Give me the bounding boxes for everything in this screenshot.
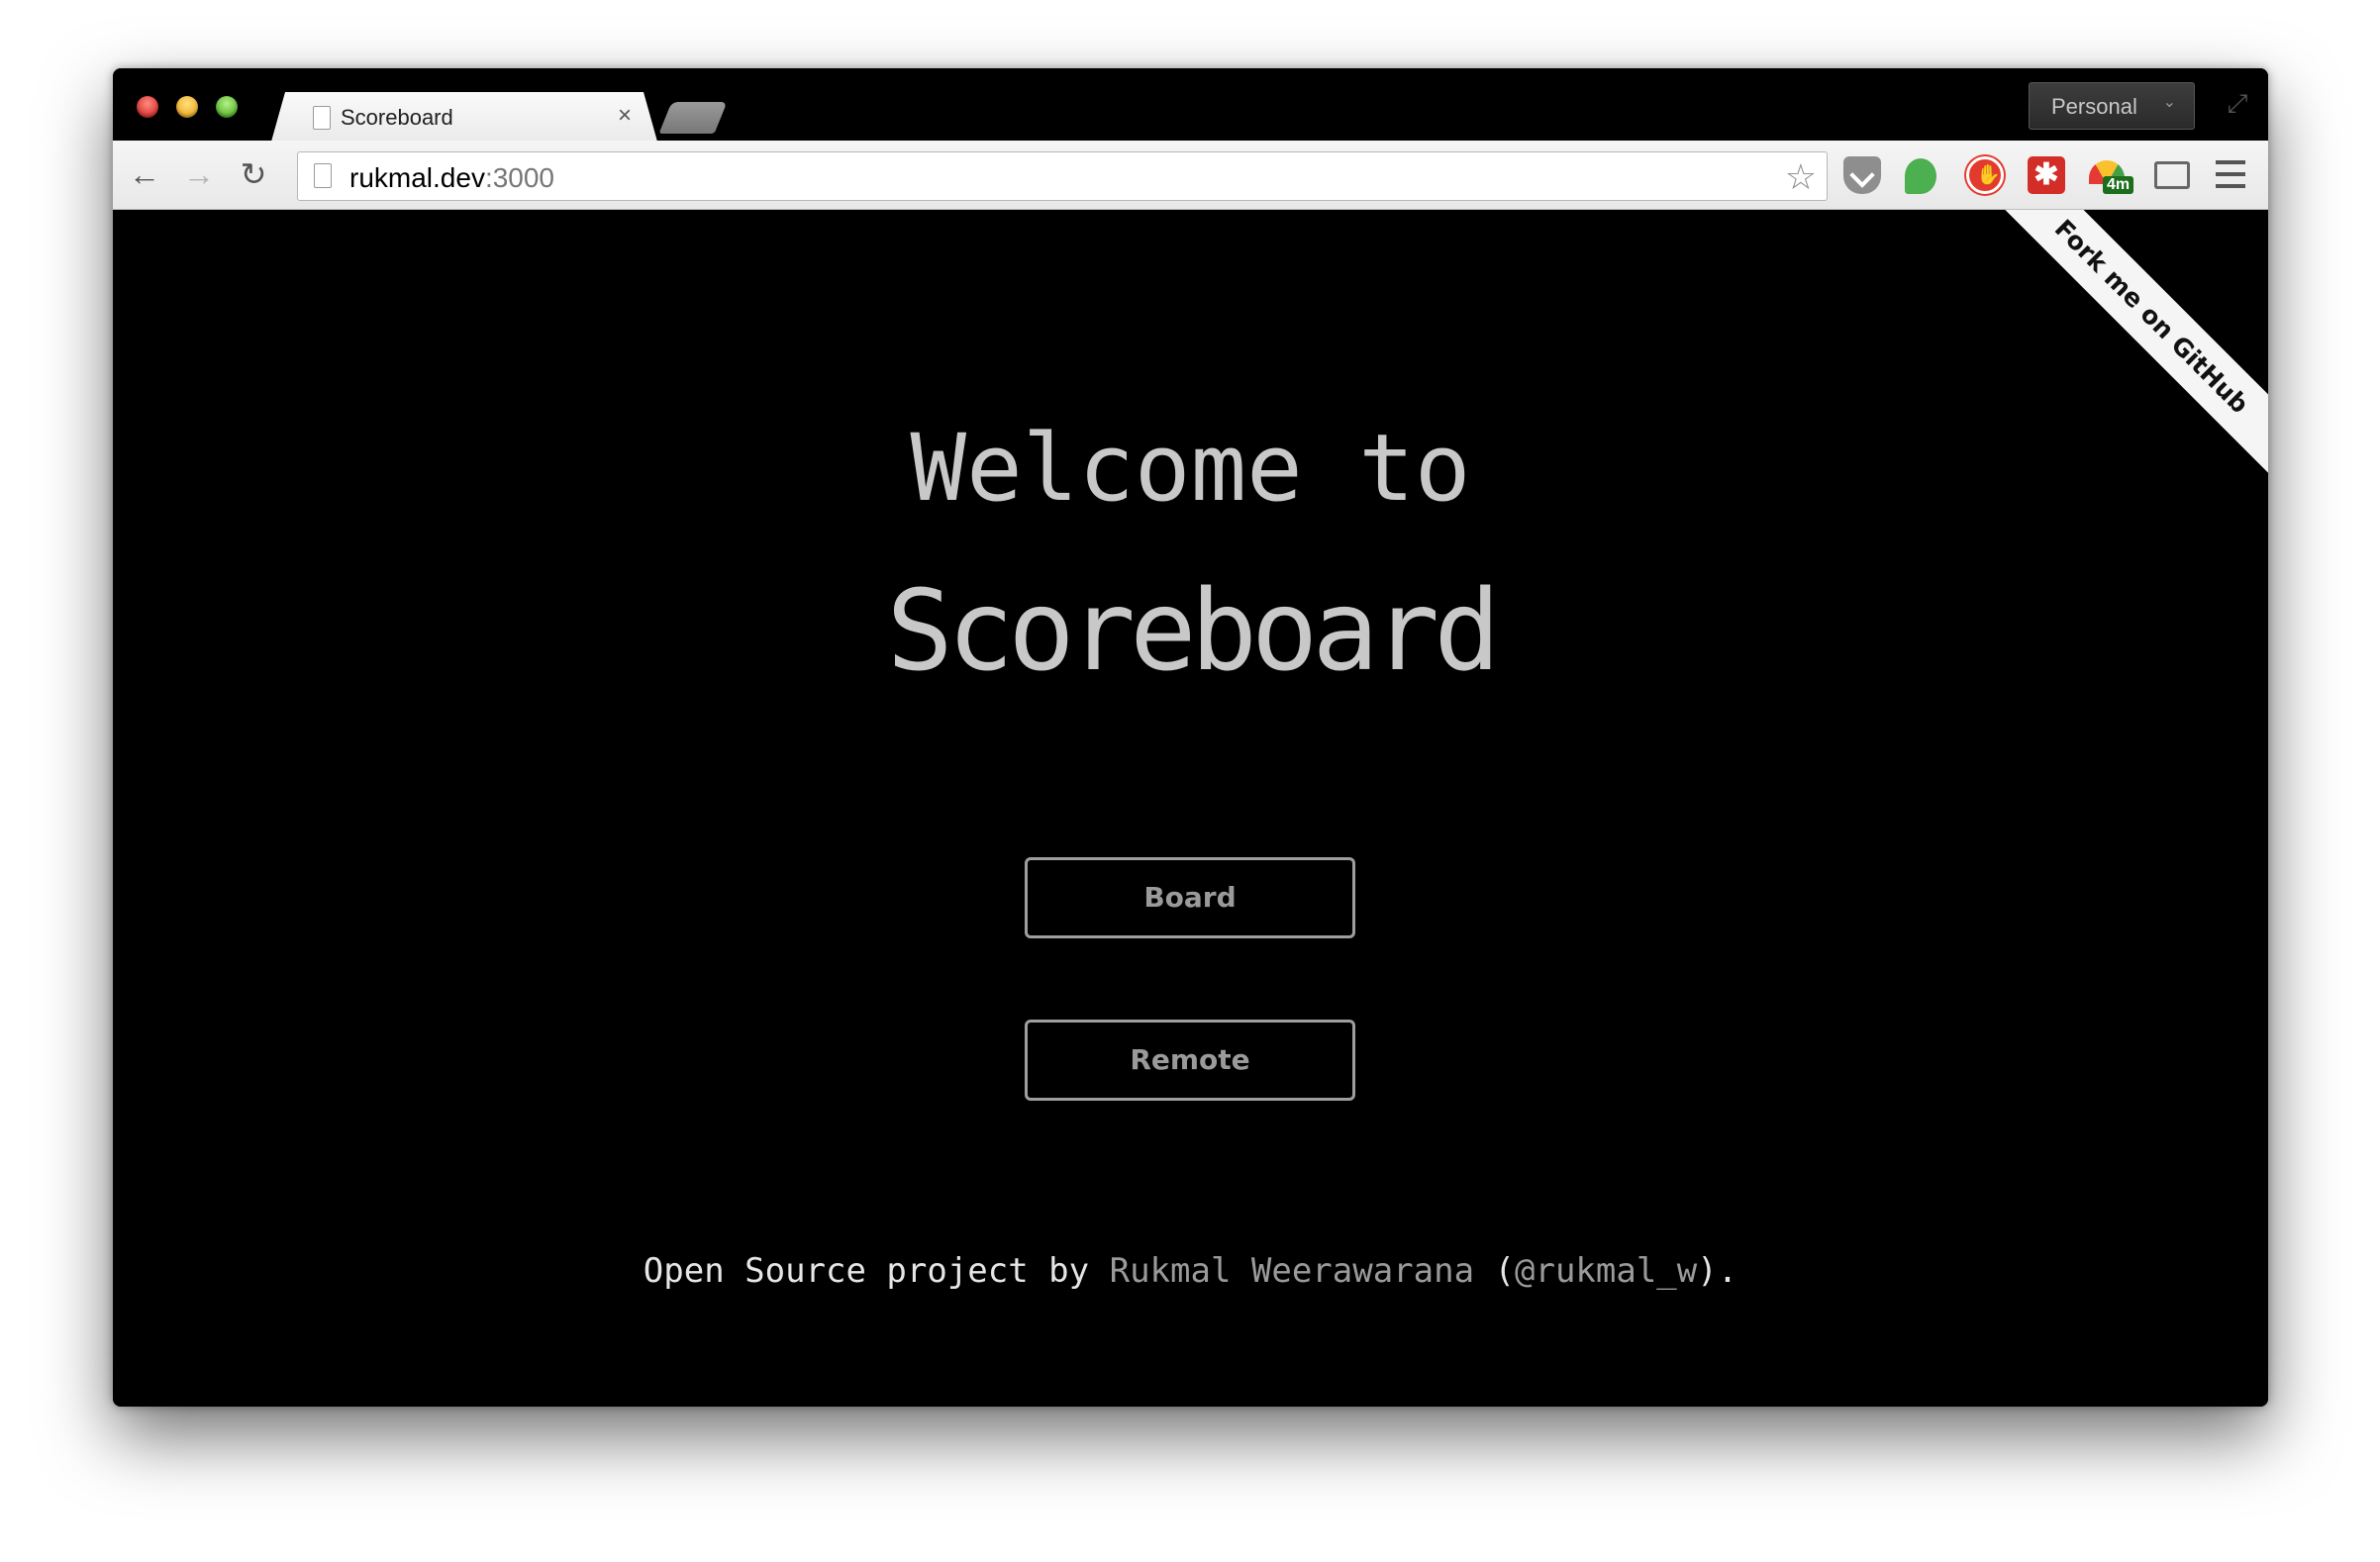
footer-prefix: Open Source project by: [643, 1251, 1110, 1291]
stop-hand-icon[interactable]: [1966, 156, 2004, 194]
pocket-icon[interactable]: [1843, 156, 1881, 194]
lastpass-icon[interactable]: ✱: [2028, 156, 2065, 194]
profile-button[interactable]: Personal ⌄: [2029, 82, 2195, 130]
tab-close-icon[interactable]: ×: [618, 102, 632, 130]
page-icon: [314, 163, 332, 188]
heading-scoreboard: Scoreboard: [886, 567, 1500, 696]
page-content: Welcome to Scoreboard Board Remote Open …: [113, 210, 2268, 1407]
url-text[interactable]: rukmal.dev:3000: [349, 162, 554, 194]
weather-icon[interactable]: 4m: [2087, 156, 2134, 194]
heading-welcome: Welcome to: [910, 415, 1471, 523]
bookmark-star-icon[interactable]: ☆: [1785, 156, 1817, 198]
github-ribbon-container: Fork me on GitHub: [1981, 210, 2268, 497]
zoom-window-button[interactable]: [216, 96, 238, 118]
evernote-icon[interactable]: [1905, 158, 1936, 194]
github-fork-ribbon[interactable]: Fork me on GitHub: [1984, 210, 2268, 484]
tab-title: Scoreboard: [341, 105, 453, 130]
remote-button[interactable]: Remote: [1025, 1020, 1355, 1101]
url-port: :3000: [484, 162, 555, 193]
document-icon: [313, 106, 331, 130]
tab-strip: Scoreboard × Personal ⌄ ⤢: [113, 68, 2268, 141]
footer-paren-open: (: [1474, 1251, 1516, 1291]
new-tab-button[interactable]: [658, 102, 728, 134]
board-button[interactable]: Board: [1025, 857, 1355, 938]
browser-window: Scoreboard × Personal ⌄ ⤢ ← → ↻ rukmal.d…: [113, 68, 2268, 1407]
menu-icon[interactable]: [2216, 160, 2245, 188]
forward-button[interactable]: →: [179, 154, 219, 194]
address-bar[interactable]: rukmal.dev:3000 ☆: [297, 151, 1828, 201]
browser-toolbar: ← → ↻ rukmal.dev:3000 ☆ ✱ 4m: [113, 141, 2268, 210]
footer-suffix: ).: [1697, 1251, 1738, 1291]
author-link[interactable]: Rukmal Weerawarana: [1110, 1251, 1474, 1291]
reload-button[interactable]: ↻: [234, 154, 273, 194]
chevron-down-icon: ⌄: [2162, 94, 2176, 111]
tab-scoreboard[interactable]: Scoreboard ×: [271, 92, 657, 142]
close-window-button[interactable]: [137, 96, 158, 118]
cast-icon[interactable]: [2154, 161, 2190, 189]
twitter-handle-link[interactable]: @rukmal_w: [1515, 1251, 1697, 1291]
url-host: rukmal.dev: [349, 162, 485, 193]
profile-label: Personal: [2051, 94, 2137, 119]
back-button[interactable]: ←: [125, 154, 164, 194]
footer-credit: Open Source project by Rukmal Weerawaran…: [113, 1251, 2268, 1291]
minimize-window-button[interactable]: [176, 96, 198, 118]
fullscreen-icon[interactable]: ⤢: [2223, 88, 2252, 118]
weather-badge: 4m: [2103, 176, 2134, 194]
